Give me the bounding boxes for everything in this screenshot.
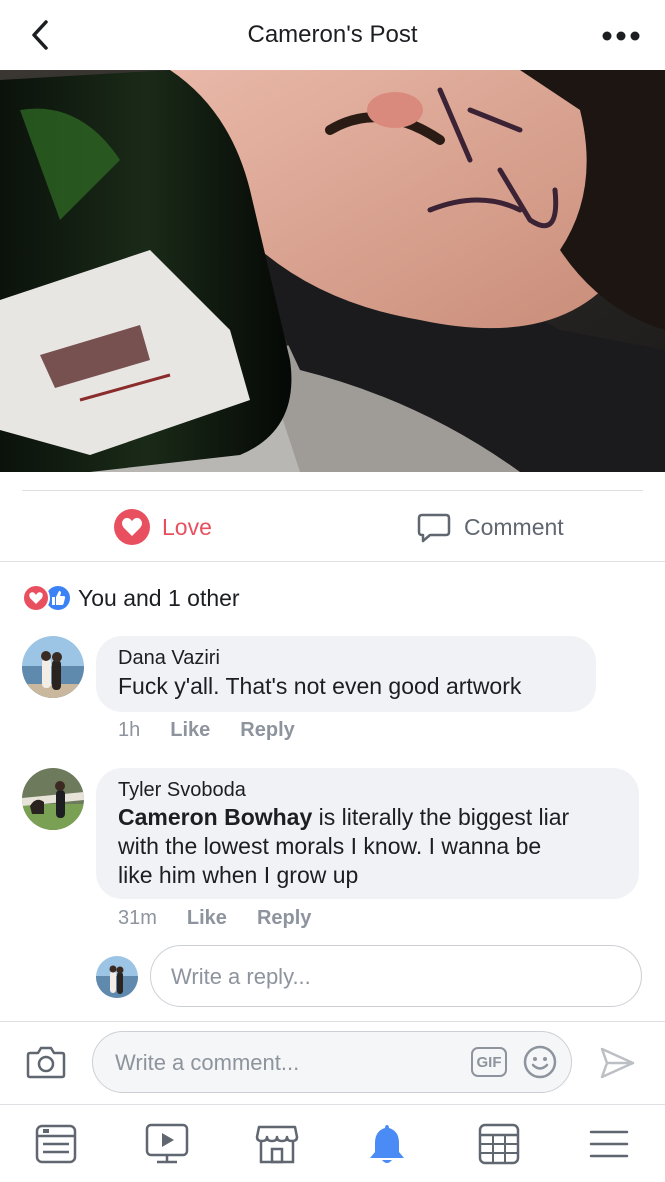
comment-text-line: like him when I grow up <box>118 862 359 888</box>
marketplace-icon <box>255 1125 299 1164</box>
send-icon <box>600 1047 635 1079</box>
like-link[interactable]: Like <box>187 907 227 930</box>
post-photo[interactable] <box>0 70 665 472</box>
comment-time: 31m <box>118 907 157 929</box>
comment-button[interactable]: Comment <box>416 505 564 549</box>
comment-author[interactable]: Tyler Svoboda <box>118 779 246 802</box>
smiley-icon <box>523 1045 557 1079</box>
tab-watch[interactable] <box>144 1121 190 1167</box>
avatar <box>96 956 138 998</box>
comment-text: Fuck y'all. That's not even good artwork <box>118 673 522 699</box>
bell-icon <box>370 1125 404 1163</box>
page-title: Cameron's Post <box>247 21 418 48</box>
reply-input[interactable]: Write a reply... <box>150 945 642 1007</box>
camera-icon <box>26 1046 66 1079</box>
comment-meta: 1h Like Reply <box>118 719 295 742</box>
comment-label: Comment <box>464 513 564 540</box>
tab-events[interactable] <box>476 1121 522 1167</box>
divider <box>0 561 665 562</box>
comment-bubble: Dana Vaziri Fuck y'all. That's not even … <box>96 636 596 712</box>
like-link[interactable]: Like <box>170 719 210 742</box>
tab-menu[interactable] <box>586 1121 632 1167</box>
reactions-text: You and 1 other <box>78 584 240 611</box>
tab-news-feed[interactable] <box>33 1121 79 1167</box>
gif-button[interactable]: GIF <box>471 1047 507 1077</box>
comment-text-line: is literally the biggest liar <box>312 804 570 830</box>
tab-marketplace[interactable] <box>254 1121 300 1167</box>
love-reaction-icon <box>22 584 50 612</box>
bottom-tab-bar <box>0 1104 665 1182</box>
calendar-icon <box>478 1123 520 1165</box>
emoji-button[interactable] <box>523 1045 557 1079</box>
tab-notifications[interactable] <box>364 1121 410 1167</box>
comment-time: 1h <box>118 719 141 741</box>
avatar[interactable] <box>22 636 84 698</box>
camera-button[interactable] <box>26 1044 66 1080</box>
reply-placeholder: Write a reply... <box>171 964 311 989</box>
more-options-button[interactable] <box>599 26 643 46</box>
divider <box>22 490 643 491</box>
comment-composer: Write a comment... GIF <box>0 1022 665 1104</box>
more-dots-icon <box>602 31 640 41</box>
top-bar: Cameron's Post <box>0 0 665 70</box>
reply-link[interactable]: Reply <box>240 719 294 742</box>
comment-icon <box>417 513 451 543</box>
comment-author[interactable]: Dana Vaziri <box>118 647 220 670</box>
reply-link[interactable]: Reply <box>257 907 311 930</box>
comment-meta: 31m Like Reply <box>118 907 311 930</box>
comment-placeholder: Write a comment... <box>115 1050 300 1075</box>
avatar[interactable] <box>22 768 84 830</box>
reactions-summary[interactable]: You and 1 other <box>22 582 240 614</box>
love-icon <box>114 509 150 545</box>
love-label: Love <box>162 513 212 540</box>
hamburger-menu-icon <box>589 1130 629 1158</box>
comment-text: Cameron Bowhay is literally the biggest … <box>118 803 569 890</box>
love-button[interactable]: Love <box>114 505 212 549</box>
send-button[interactable] <box>598 1044 636 1082</box>
news-feed-icon <box>35 1124 77 1164</box>
comment-text-line: with the lowest morals I know. I wanna b… <box>118 833 542 859</box>
comment-input[interactable]: Write a comment... GIF <box>92 1031 572 1093</box>
comment-bubble: Tyler Svoboda Cameron Bowhay is literall… <box>96 768 639 899</box>
comment-mention[interactable]: Cameron Bowhay <box>118 804 312 830</box>
watch-icon <box>145 1123 189 1164</box>
